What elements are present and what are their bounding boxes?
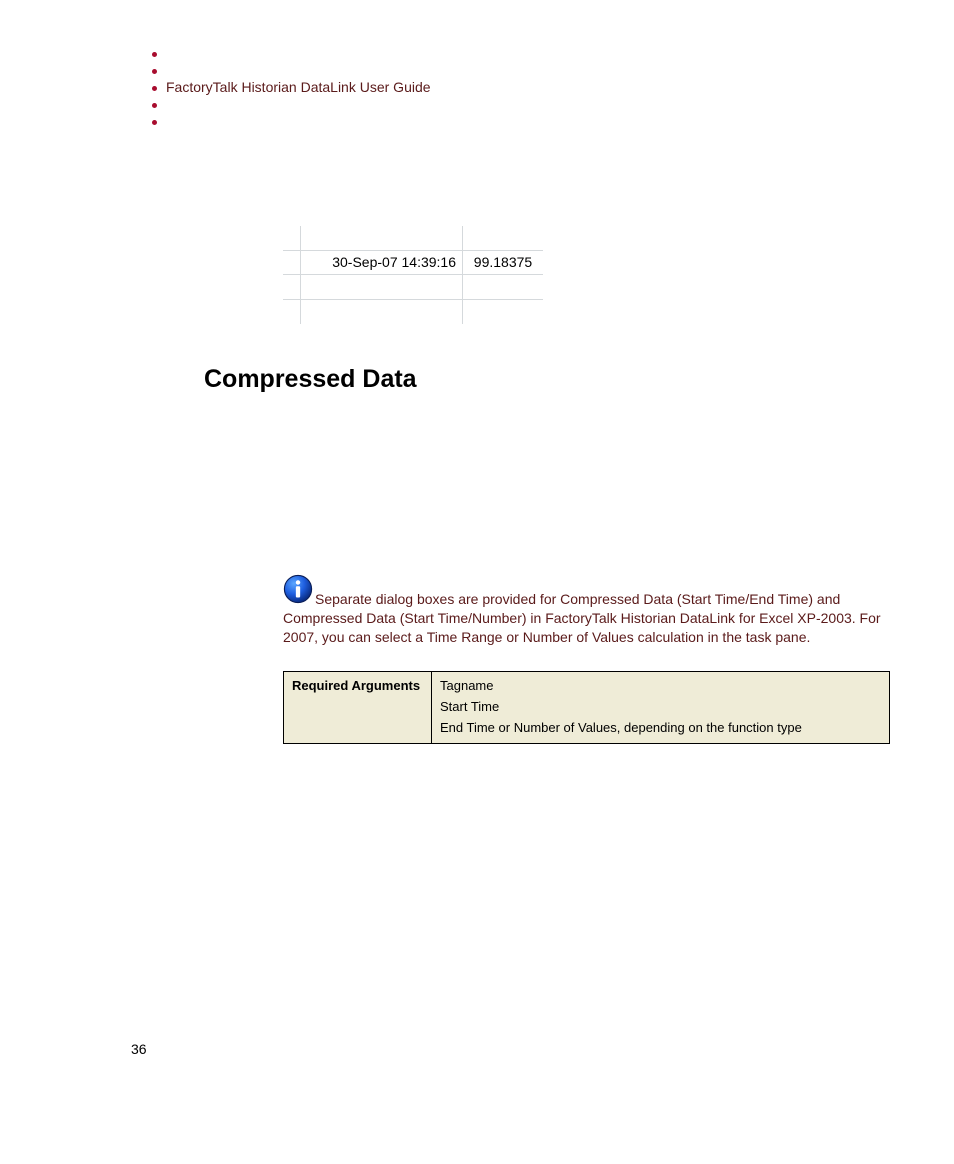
table-cell	[283, 300, 301, 325]
required-arguments-table: Required Arguments Tagname Start Time En…	[283, 671, 890, 744]
bullet-dot	[152, 120, 157, 125]
info-note: Separate dialog boxes are provided for C…	[283, 574, 888, 647]
spreadsheet-snippet: 30-Sep-07 14:39:16 99.18375	[283, 226, 550, 324]
info-note-text: Separate dialog boxes are provided for C…	[283, 591, 881, 645]
table-cell	[301, 226, 463, 251]
required-arguments-label: Required Arguments	[284, 672, 432, 744]
section-heading: Compressed Data	[204, 365, 417, 394]
table-cell	[301, 275, 463, 300]
info-icon	[283, 574, 313, 609]
table-cell	[463, 300, 543, 325]
table-cell	[283, 226, 301, 251]
argument-item: Tagname	[440, 678, 881, 693]
document-title: FactoryTalk Historian DataLink User Guid…	[166, 79, 431, 95]
bullet-dot	[152, 86, 157, 91]
required-arguments-values: Tagname Start Time End Time or Number of…	[432, 672, 890, 744]
header-dots	[152, 52, 157, 125]
table-cell	[283, 251, 301, 276]
table-cell	[301, 300, 463, 325]
page: FactoryTalk Historian DataLink User Guid…	[0, 0, 954, 1164]
bullet-dot	[152, 103, 157, 108]
argument-item: End Time or Number of Values, depending …	[440, 720, 881, 735]
value-cell: 99.18375	[463, 251, 543, 276]
table-cell	[463, 226, 543, 251]
argument-item: Start Time	[440, 699, 881, 714]
page-number: 36	[131, 1041, 147, 1057]
bullet-dot	[152, 52, 157, 57]
timestamp-cell: 30-Sep-07 14:39:16	[301, 251, 463, 276]
table-cell	[463, 275, 543, 300]
table-cell	[283, 275, 301, 300]
bullet-dot	[152, 69, 157, 74]
